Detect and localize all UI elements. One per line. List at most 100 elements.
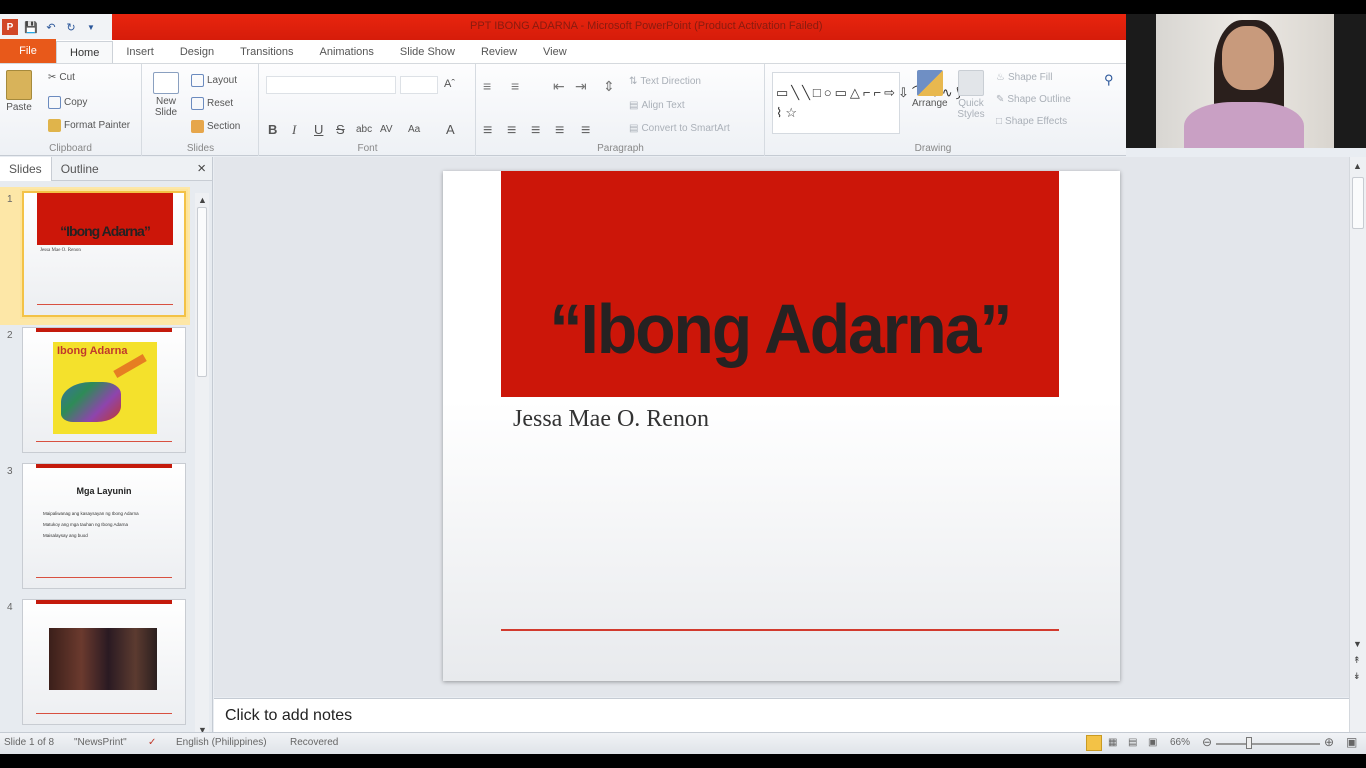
tab-insert[interactable]: Insert bbox=[113, 41, 167, 63]
convert-smartart-button[interactable]: ▤ Convert to SmartArt bbox=[629, 123, 730, 134]
cut-button[interactable]: ✂ Cut bbox=[48, 72, 75, 83]
character-spacing-button[interactable]: AV bbox=[380, 124, 393, 135]
book-cover-image: Ibong Adarna bbox=[53, 342, 157, 434]
tab-file[interactable]: File bbox=[0, 39, 56, 63]
scrollbar-thumb[interactable] bbox=[197, 207, 207, 377]
numbering-icon[interactable]: ≡ bbox=[511, 78, 519, 94]
find-icon[interactable]: ⚲ bbox=[1104, 72, 1114, 88]
slide-thumbnail-row[interactable]: 1 “Ibong Adarna” Jessa Mae O. Renon bbox=[0, 191, 195, 319]
close-pane-icon[interactable]: × bbox=[197, 160, 206, 177]
save-icon[interactable]: 💾 bbox=[24, 20, 38, 34]
font-size-select[interactable] bbox=[400, 76, 438, 94]
text-direction-button[interactable]: ⇅ Text Direction bbox=[629, 76, 701, 87]
next-slide-icon[interactable]: ↡ bbox=[1353, 671, 1361, 682]
customize-qat-icon[interactable]: ▼ bbox=[84, 20, 98, 34]
paint-bucket-icon: ♨ bbox=[996, 72, 1005, 83]
grow-font-icon[interactable]: Aˆ bbox=[444, 78, 455, 90]
current-slide[interactable]: “Ibong Adarna” Jessa Mae O. Renon bbox=[443, 171, 1120, 681]
webcam-overlay bbox=[1126, 14, 1366, 148]
slide-title[interactable]: “Ibong Adarna” bbox=[501, 289, 1059, 369]
tab-home[interactable]: Home bbox=[56, 41, 114, 63]
font-color-icon[interactable]: A bbox=[446, 122, 455, 137]
bold-button[interactable]: B bbox=[268, 122, 277, 137]
slide-thumbnail[interactable] bbox=[22, 599, 186, 725]
layout-button[interactable]: Layout bbox=[191, 74, 237, 87]
scroll-up-icon[interactable]: ▲ bbox=[198, 195, 207, 205]
language-indicator[interactable]: English (Philippines) bbox=[176, 737, 267, 748]
layout-icon bbox=[191, 74, 204, 87]
align-center-icon[interactable]: ≡ bbox=[507, 122, 516, 140]
redo-icon[interactable]: ↻ bbox=[64, 20, 78, 34]
shape-effects-button[interactable]: □ Shape Effects bbox=[996, 116, 1067, 127]
strikethrough-button[interactable]: S bbox=[336, 122, 345, 137]
zoom-in-icon[interactable]: ⊕ bbox=[1324, 735, 1334, 749]
italic-button[interactable]: I bbox=[292, 122, 296, 138]
slide-number: 3 bbox=[7, 466, 13, 477]
align-right-icon[interactable]: ≡ bbox=[531, 122, 540, 140]
reading-view-icon[interactable]: ▤ bbox=[1128, 737, 1137, 748]
justify-icon[interactable]: ≡ bbox=[555, 122, 564, 140]
new-slide-icon bbox=[153, 72, 179, 94]
spellcheck-icon[interactable]: ✓ bbox=[148, 737, 156, 748]
slide-sorter-icon[interactable]: ▦ bbox=[1108, 737, 1117, 748]
copy-button[interactable]: Copy bbox=[48, 96, 87, 109]
undo-icon[interactable]: ↶ bbox=[44, 20, 58, 34]
line-spacing-icon[interactable]: ⇕ bbox=[603, 78, 615, 95]
shape-fill-button[interactable]: ♨ Shape Fill bbox=[996, 72, 1052, 83]
bullets-icon[interactable]: ≡ bbox=[483, 78, 491, 94]
format-painter-button[interactable]: Format Painter bbox=[48, 119, 130, 132]
slide-thumbnail-row[interactable]: 2 Ibong Adarna bbox=[0, 327, 195, 455]
quick-styles-button[interactable]: Quick Styles bbox=[954, 70, 988, 120]
decrease-indent-icon[interactable]: ⇤ bbox=[553, 78, 565, 95]
change-case-button[interactable]: Aa bbox=[408, 124, 420, 135]
tab-design[interactable]: Design bbox=[167, 41, 227, 63]
shadow-button[interactable]: abc bbox=[356, 124, 372, 135]
scrollbar-thumb[interactable] bbox=[1352, 177, 1364, 229]
zoom-slider-handle[interactable] bbox=[1246, 737, 1252, 749]
font-name-select[interactable] bbox=[266, 76, 396, 94]
zoom-level[interactable]: 66% bbox=[1170, 737, 1190, 748]
columns-icon[interactable]: ≡ bbox=[581, 122, 590, 140]
tab-view[interactable]: View bbox=[530, 41, 580, 63]
slide-editing-area: “Ibong Adarna” Jessa Mae O. Renon bbox=[214, 157, 1349, 697]
align-left-icon[interactable]: ≡ bbox=[483, 122, 492, 140]
new-slide-button[interactable]: New Slide bbox=[149, 72, 183, 118]
slides-group: New Slide Layout Reset Section Slides bbox=[143, 64, 259, 156]
notes-placeholder[interactable]: Click to add notes bbox=[225, 707, 352, 725]
tab-animations[interactable]: Animations bbox=[307, 41, 387, 63]
reset-button[interactable]: Reset bbox=[191, 97, 233, 110]
status-bar: Slide 1 of 8 "NewsPrint" ✓ English (Phil… bbox=[0, 732, 1366, 754]
increase-indent-icon[interactable]: ⇥ bbox=[575, 78, 587, 95]
slide-thumbnail-row[interactable]: 3 Mga Layunin Maipaliwanag ang kasaysaya… bbox=[0, 463, 195, 591]
fit-to-window-icon[interactable]: ▣ bbox=[1346, 735, 1357, 749]
underline-button[interactable]: U bbox=[314, 122, 323, 137]
tab-slides[interactable]: Slides bbox=[0, 156, 52, 181]
section-button[interactable]: Section bbox=[191, 120, 240, 133]
normal-view-icon[interactable] bbox=[1086, 735, 1102, 751]
scroll-down-icon[interactable]: ▼ bbox=[1353, 639, 1362, 649]
slide-thumbnail[interactable]: Ibong Adarna bbox=[22, 327, 186, 453]
scroll-up-icon[interactable]: ▲ bbox=[1353, 161, 1362, 171]
slide-thumbnail-row[interactable]: 4 bbox=[0, 599, 195, 727]
shapes-gallery[interactable]: ▭╲╲□○▭△⌐⌐⇨⇩⌒∿∿⟆⌇☆ bbox=[772, 72, 961, 134]
paste-button[interactable]: Paste bbox=[6, 70, 32, 113]
zoom-out-icon[interactable]: ⊖ bbox=[1202, 735, 1212, 749]
tab-slide-show[interactable]: Slide Show bbox=[387, 41, 468, 63]
slide-number: 2 bbox=[7, 330, 13, 341]
slide-show-icon[interactable]: ▣ bbox=[1148, 737, 1157, 748]
slide-thumbnail[interactable]: “Ibong Adarna” Jessa Mae O. Renon bbox=[22, 191, 186, 317]
slides-label: Slides bbox=[186, 143, 215, 154]
slide-subtitle[interactable]: Jessa Mae O. Renon bbox=[513, 406, 709, 433]
slide-thumbnail[interactable]: Mga Layunin Maipaliwanag ang kasaysayan … bbox=[22, 463, 186, 589]
slides-pane-scrollbar[interactable]: ▲ ▼ bbox=[195, 193, 209, 737]
zoom-slider[interactable] bbox=[1216, 743, 1320, 745]
align-text-button[interactable]: ▤ Align Text bbox=[629, 100, 685, 111]
shape-outline-button[interactable]: ✎ Shape Outline bbox=[996, 94, 1071, 105]
slide-vertical-scrollbar[interactable]: ▲ ▼ ↟ ↡ bbox=[1349, 157, 1366, 737]
tab-transitions[interactable]: Transitions bbox=[227, 41, 306, 63]
tab-review[interactable]: Review bbox=[468, 41, 530, 63]
tab-outline[interactable]: Outline bbox=[52, 157, 108, 181]
previous-slide-icon[interactable]: ↟ bbox=[1353, 655, 1361, 666]
powerpoint-logo-icon[interactable]: P bbox=[2, 19, 18, 35]
arrange-button[interactable]: Arrange bbox=[912, 70, 948, 109]
